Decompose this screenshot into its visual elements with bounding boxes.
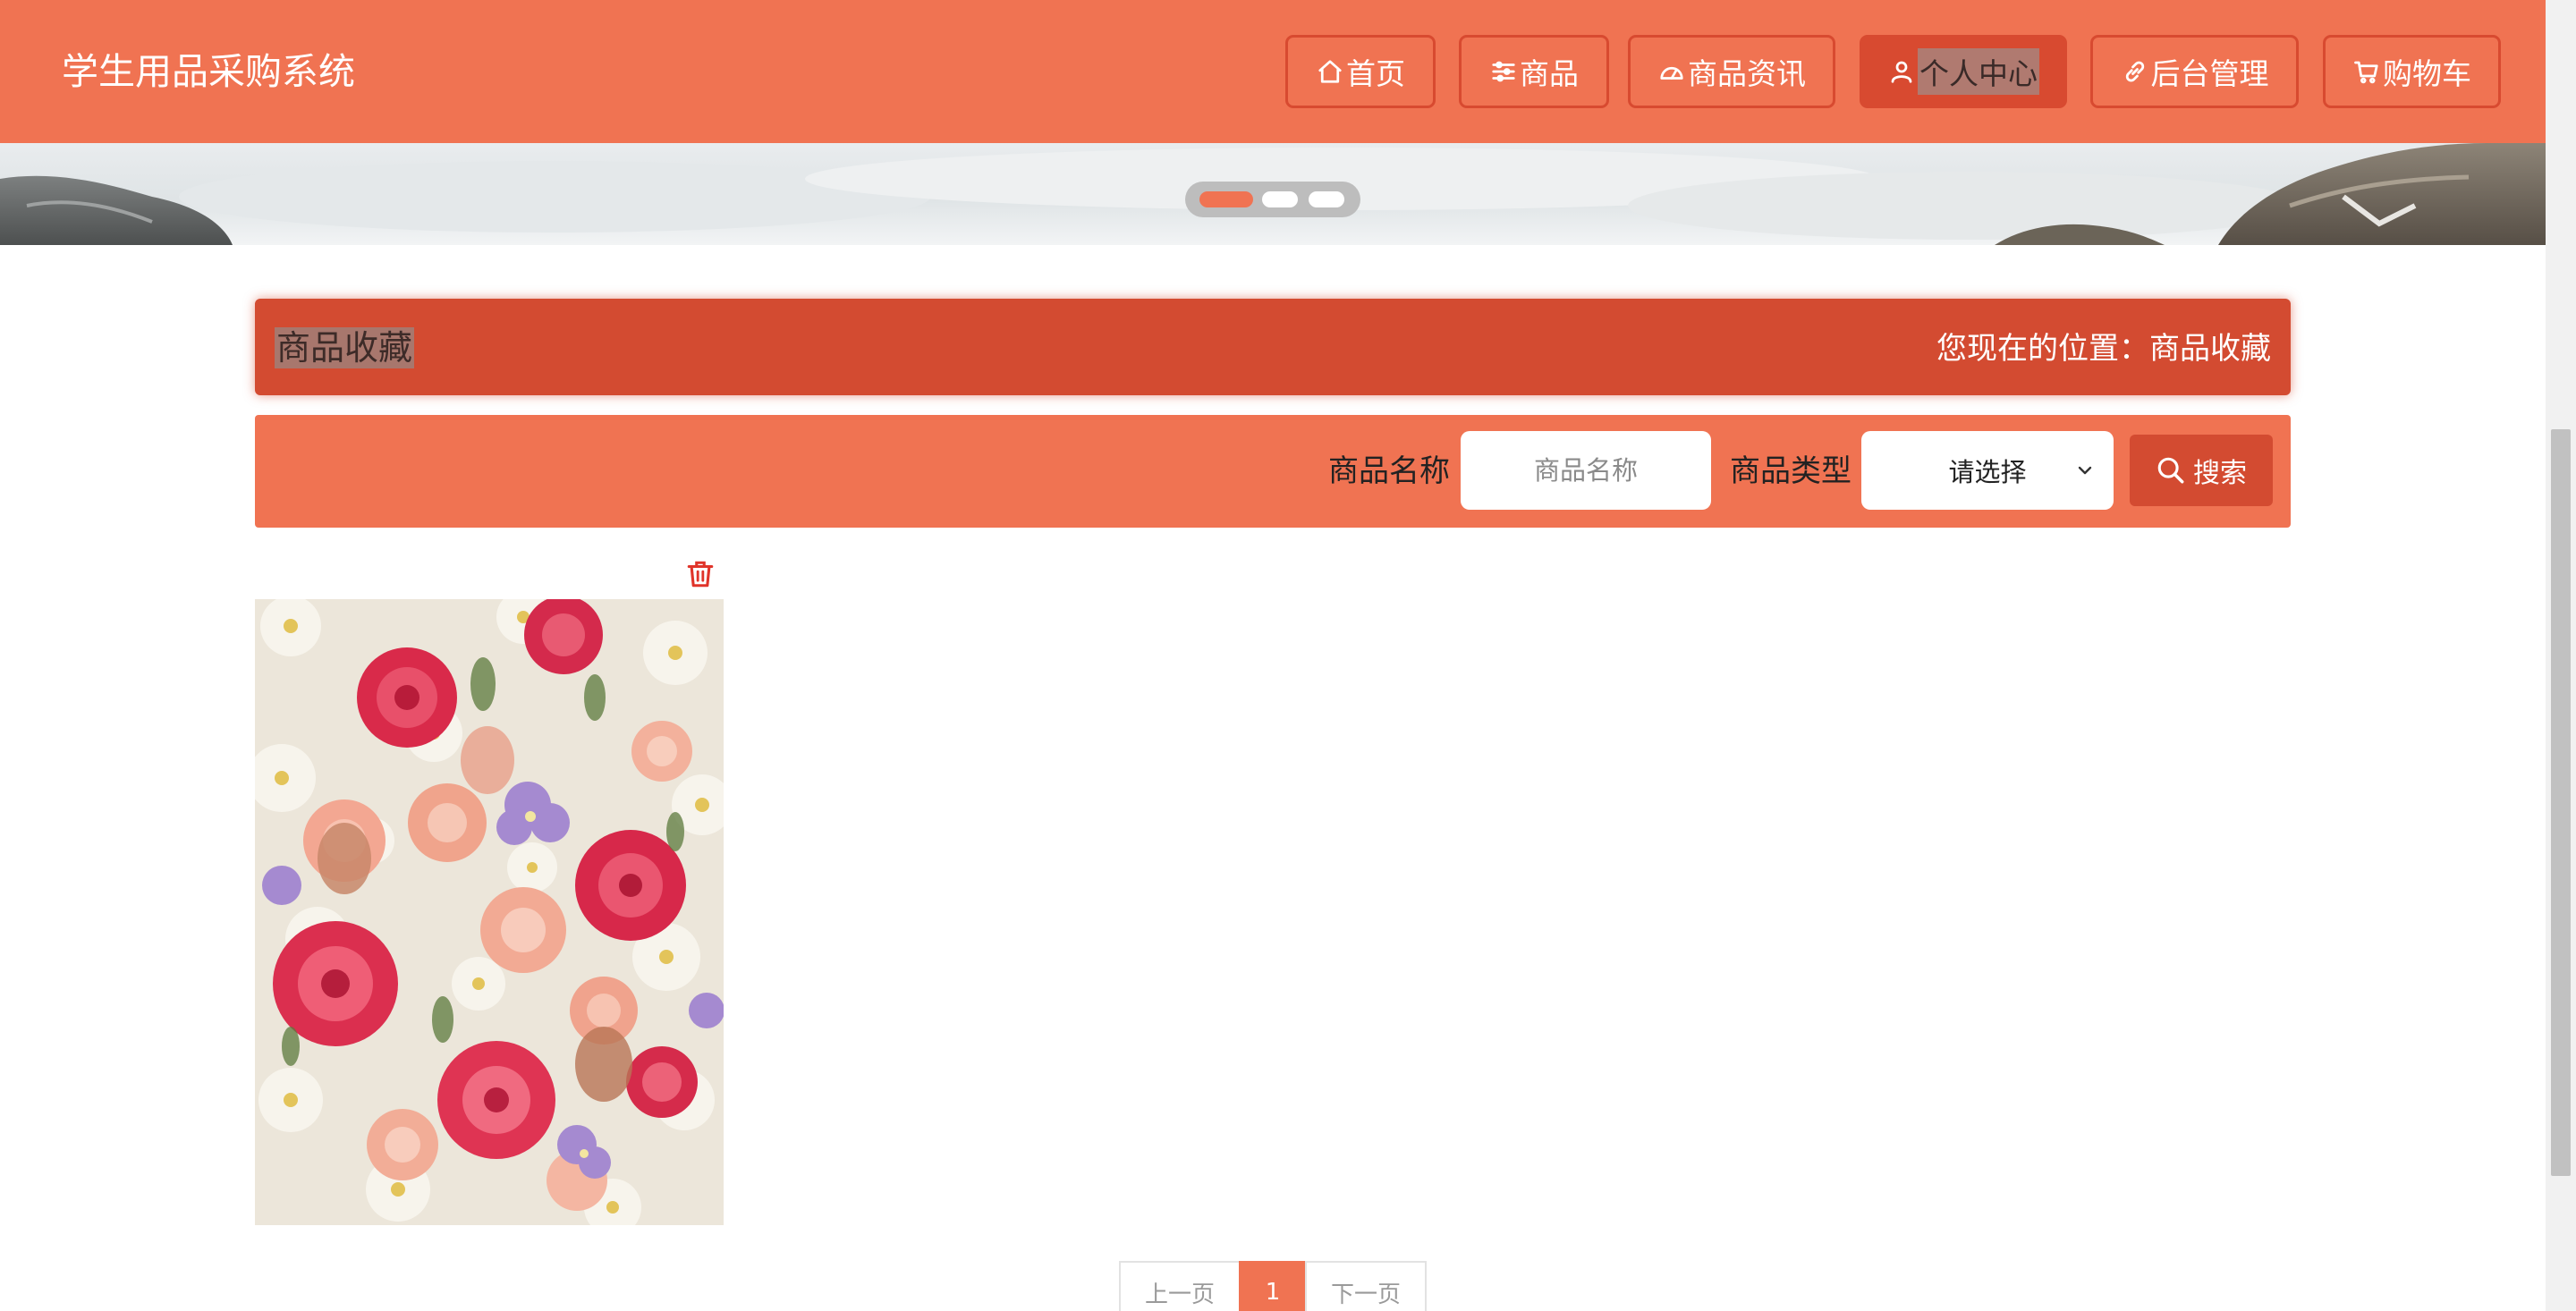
carousel-indicators — [1185, 182, 1360, 217]
nav-profile[interactable]: 个人中心 — [1860, 35, 2067, 108]
nav-home[interactable]: 首页 — [1285, 35, 1436, 108]
search-icon — [2157, 457, 2184, 484]
page: 学生用品采购系统 首页 商品 商品资讯 个人中心 后台管理 购物车 商品收藏 您… — [0, 0, 2576, 1311]
breadcrumb: 您现在的位置：商品收藏 — [1936, 331, 2271, 367]
chevron-down-icon — [2078, 466, 2092, 475]
carousel-dot-1[interactable] — [1199, 191, 1253, 207]
cart-icon — [2352, 57, 2381, 86]
next-page-button[interactable]: 下一页 — [1305, 1261, 1427, 1311]
page-1-button[interactable]: 1 — [1239, 1261, 1307, 1311]
nav-cart-label: 购物车 — [2383, 56, 2471, 91]
nav-cart[interactable]: 购物车 — [2323, 35, 2501, 108]
product-type-selected: 请选择 — [1948, 457, 2027, 487]
trash-icon[interactable] — [685, 559, 716, 589]
user-icon — [1887, 57, 1916, 86]
prev-page-button[interactable]: 上一页 — [1119, 1261, 1241, 1311]
nav-admin[interactable]: 后台管理 — [2090, 35, 2299, 108]
nav-news[interactable]: 商品资讯 — [1628, 35, 1835, 108]
top-navbar: 学生用品采购系统 首页 商品 商品资讯 个人中心 后台管理 购物车 — [0, 0, 2546, 143]
scrollbar-thumb[interactable] — [2551, 429, 2571, 1176]
flower-bouquet-photo — [255, 599, 724, 1225]
prev-page-label: 上一页 — [1144, 1281, 1215, 1308]
nav-admin-label: 后台管理 — [2150, 56, 2269, 91]
nav-home-label: 首页 — [1346, 56, 1405, 91]
page-title: 商品收藏 — [275, 327, 415, 368]
site-title: 学生用品采购系统 — [62, 50, 355, 93]
page-scrollbar[interactable] — [2546, 0, 2576, 1311]
product-name-input[interactable] — [1461, 431, 1711, 510]
current-page-label: 1 — [1265, 1279, 1281, 1306]
product-name-label: 商品名称 — [1328, 453, 1450, 489]
nav-products[interactable]: 商品 — [1459, 35, 1609, 108]
gauge-icon — [1657, 57, 1686, 86]
nav-profile-label: 个人中心 — [1918, 48, 2039, 95]
nav-news-label: 商品资讯 — [1688, 56, 1806, 91]
carousel-dot-3[interactable] — [1309, 191, 1344, 207]
carousel-dot-2[interactable] — [1262, 191, 1298, 207]
sliders-icon — [1489, 57, 1518, 86]
favorite-product-image[interactable] — [255, 599, 724, 1225]
nav-products-label: 商品 — [1520, 56, 1579, 91]
home-icon — [1316, 57, 1344, 86]
search-bar: 商品名称 商品类型 请选择 搜索 — [255, 415, 2291, 528]
section-title-bar: 商品收藏 您现在的位置：商品收藏 — [255, 299, 2291, 395]
link-icon — [2121, 57, 2149, 86]
search-button[interactable]: 搜索 — [2130, 435, 2273, 506]
product-type-label: 商品类型 — [1730, 453, 1852, 489]
search-button-label: 搜索 — [2193, 458, 2247, 489]
next-page-label: 下一页 — [1330, 1281, 1401, 1308]
product-type-select[interactable]: 请选择 — [1861, 431, 2114, 510]
